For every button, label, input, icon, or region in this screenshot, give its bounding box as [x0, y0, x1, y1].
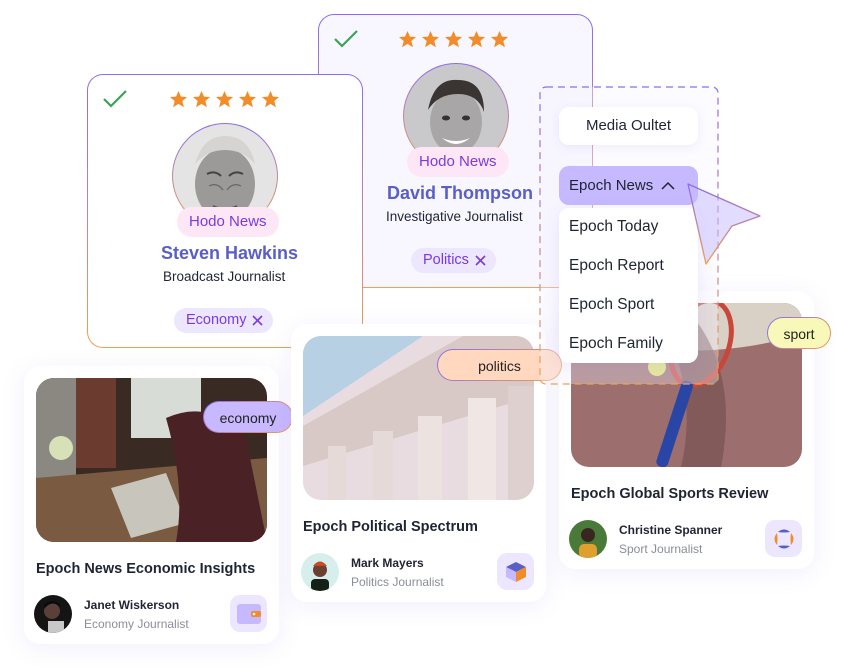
author-role: Economy Journalist: [84, 617, 189, 631]
profile-card-steven-hawkins[interactable]: Hodo News Steven Hawkins Broadcast Journ…: [87, 74, 363, 348]
author-name: Mark Mayers: [351, 556, 424, 570]
topic-chip: Economy: [174, 308, 274, 333]
rating-stars: [169, 90, 280, 109]
author-role: Sport Journalist: [619, 542, 703, 556]
article-title: Epoch News Economic Insights: [36, 561, 256, 577]
article-title: Epoch Global Sports Review: [571, 486, 769, 502]
article-title: Epoch Political Spectrum: [303, 519, 478, 535]
cursor-pointer-icon: [687, 183, 761, 265]
author-avatar: [569, 520, 607, 558]
star-icon: [261, 90, 280, 108]
person-role: Investigative Journalist: [386, 209, 523, 224]
author-name: Janet Wiskerson: [84, 598, 180, 612]
person-name: Steven Hawkins: [161, 243, 299, 263]
dropdown-option[interactable]: Epoch Family: [569, 335, 663, 353]
topic-chip-label: Economy: [186, 312, 247, 328]
author-name: Christine Spanner: [619, 523, 723, 537]
star-icon: [421, 30, 440, 48]
topic-chip: Politics: [411, 248, 496, 273]
close-icon[interactable]: [252, 315, 264, 326]
person-name: David Thompson: [387, 183, 534, 203]
author-avatar: [301, 553, 339, 591]
dropdown-option[interactable]: Epoch Today: [569, 218, 658, 236]
check-icon: [103, 90, 127, 108]
chevron-up-icon: [661, 181, 675, 190]
star-icon: [215, 90, 234, 108]
dropdown-option[interactable]: Epoch Sport: [569, 296, 654, 314]
dropdown-option[interactable]: Epoch Report: [569, 257, 664, 275]
tag-economy[interactable]: economy: [203, 401, 293, 433]
star-icon: [467, 30, 486, 48]
cube-icon[interactable]: [497, 553, 534, 590]
media-outlet-dropdown[interactable]: Epoch News: [559, 166, 698, 205]
person-role: Broadcast Journalist: [163, 269, 286, 284]
star-icon: [490, 30, 509, 48]
topic-chip-label: Politics: [423, 252, 469, 268]
rating-stars: [398, 30, 509, 49]
dropdown-selected-value: Epoch News: [569, 177, 654, 194]
author-role: Politics Journalist: [351, 575, 444, 589]
star-icon: [169, 90, 188, 108]
dropdown-menu: Epoch Today Epoch Report Epoch Sport Epo…: [559, 208, 698, 363]
media-outlet-label: Media Oultet: [559, 107, 698, 145]
star-icon: [192, 90, 211, 108]
segments-logo-icon[interactable]: [765, 520, 802, 557]
star-icon: [398, 30, 417, 48]
star-icon: [444, 30, 463, 48]
close-icon[interactable]: [475, 255, 486, 266]
author-avatar: [34, 595, 72, 633]
outlet-pill: Hodo News: [407, 147, 509, 177]
check-icon: [334, 30, 358, 48]
wallet-icon[interactable]: [230, 595, 267, 632]
outlet-pill: Hodo News: [177, 207, 279, 237]
tag-sport[interactable]: sport: [767, 317, 831, 349]
star-icon: [238, 90, 257, 108]
